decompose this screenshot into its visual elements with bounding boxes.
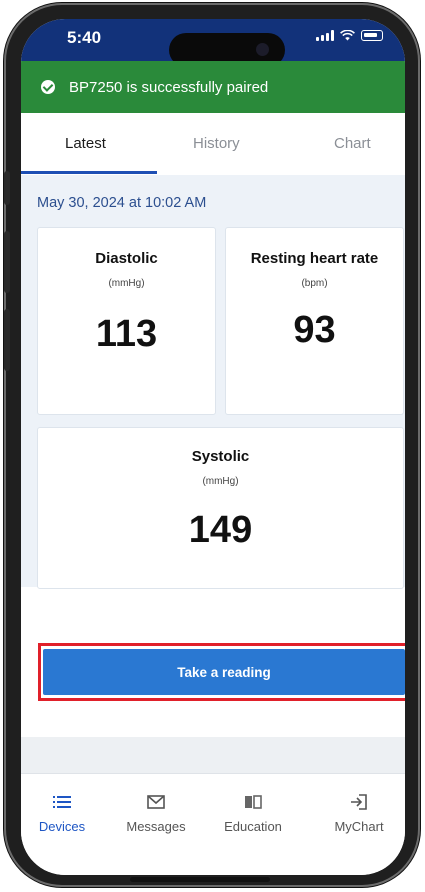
- reading-datetime: May 30, 2024 at 10:02 AM: [37, 195, 207, 211]
- nav-devices[interactable]: Devices: [21, 792, 107, 834]
- nav-mychart[interactable]: MyChart: [314, 792, 404, 834]
- envelope-icon: [147, 795, 165, 809]
- check-circle-icon: [41, 80, 55, 94]
- mute-switch: [4, 171, 10, 205]
- systolic-value: 149: [188, 509, 253, 551]
- diastolic-card: Diastolic (mmHg) 113: [37, 227, 216, 415]
- volume-down-button: [4, 309, 10, 371]
- phone-frame: 5:40 BP7250 is successfully paired Lates…: [4, 3, 420, 887]
- diastolic-unit: (mmHg): [108, 278, 145, 289]
- nav-mychart-label: MyChart: [334, 819, 384, 834]
- camera-icon: [256, 43, 269, 56]
- systolic-label: Systolic: [191, 448, 250, 465]
- status-bar: 5:40: [21, 19, 405, 67]
- nav-education-label: Education: [224, 819, 282, 834]
- systolic-unit: (mmHg): [202, 476, 239, 487]
- tab-bar: Latest History Chart: [21, 113, 405, 176]
- signal-icon: [316, 30, 334, 41]
- tab-latest[interactable]: Latest: [65, 135, 106, 152]
- nav-education[interactable]: Education: [208, 792, 298, 834]
- screen: 5:40 BP7250 is successfully paired Lates…: [21, 19, 405, 875]
- latest-reading-panel: May 30, 2024 at 10:02 AM Diastolic (mmHg…: [21, 175, 405, 589]
- active-tab-indicator: [21, 171, 157, 174]
- heart-rate-unit: (bpm): [301, 278, 328, 289]
- pairing-banner: BP7250 is successfully paired: [21, 61, 405, 113]
- list-icon: [53, 796, 71, 808]
- nav-devices-label: Devices: [38, 819, 86, 834]
- nav-messages[interactable]: Messages: [111, 792, 201, 834]
- section-divider: [21, 737, 405, 774]
- tab-history[interactable]: History: [193, 135, 240, 152]
- book-icon: [245, 795, 262, 809]
- bottom-navigation: Devices Messages Education MyChart: [21, 774, 405, 875]
- volume-up-button: [4, 231, 10, 293]
- pairing-message: BP7250 is successfully paired: [69, 78, 269, 96]
- wifi-icon: [340, 30, 355, 41]
- battery-icon: [361, 30, 383, 41]
- heart-rate-label: Resting heart rate: [250, 250, 379, 267]
- home-indicator[interactable]: [130, 877, 270, 882]
- heart-rate-value: 93: [293, 309, 336, 351]
- status-time: 5:40: [67, 28, 102, 47]
- take-reading-button[interactable]: Take a reading: [43, 649, 405, 695]
- nav-messages-label: Messages: [126, 819, 186, 834]
- status-icons: [316, 30, 383, 41]
- diastolic-label: Diastolic: [95, 250, 158, 267]
- heart-rate-card: Resting heart rate (bpm) 93: [225, 227, 404, 415]
- tab-chart[interactable]: Chart: [334, 135, 371, 152]
- diastolic-value: 113: [95, 313, 158, 355]
- sign-in-icon: [351, 794, 367, 810]
- systolic-card: Systolic (mmHg) 149: [37, 427, 404, 589]
